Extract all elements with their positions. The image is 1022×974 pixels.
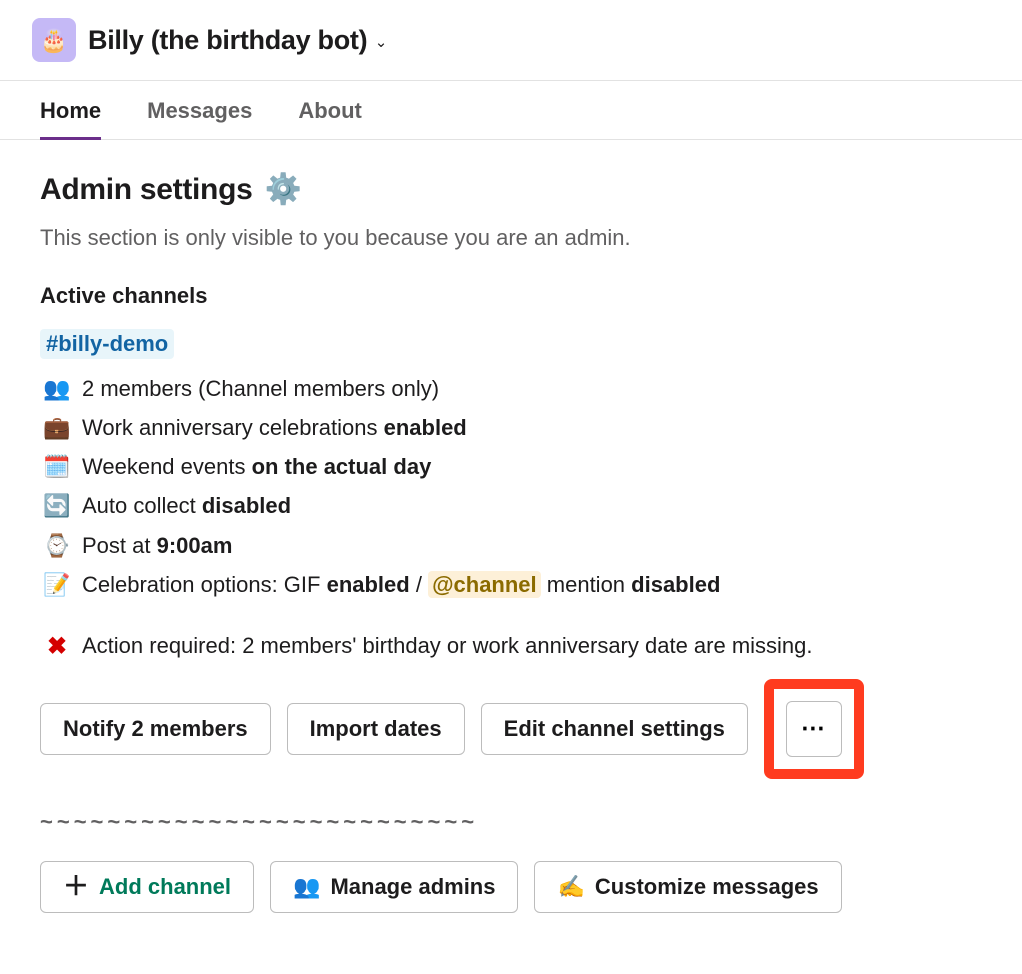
admins-icon: 👥 [293,874,320,900]
add-channel-label: Add channel [99,874,231,900]
briefcase-icon: 💼 [40,408,74,447]
action-required-line: ✖ Action required: 2 members' birthday o… [40,632,982,661]
tab-home[interactable]: Home [40,81,101,139]
refresh-icon: 🔄 [40,486,74,525]
weekend-status: on the actual day [252,454,432,479]
anniversary-line: 💼 Work anniversary celebrations enabled [40,408,982,447]
celeb-sep: / [410,572,428,597]
app-header: 🎂 Billy (the birthday bot) ⌄ [0,0,1022,81]
content: Admin settings ⚙️ This section is only v… [0,140,1022,945]
post-prefix: Post at [82,533,157,558]
customize-messages-label: Customize messages [595,874,819,900]
manage-admins-label: Manage admins [330,874,495,900]
import-dates-button[interactable]: Import dates [287,703,465,755]
edit-channel-settings-button[interactable]: Edit channel settings [481,703,748,755]
celeb-mention: mention [541,572,632,597]
more-options-button[interactable]: ⋯ [786,701,842,757]
add-channel-button[interactable]: ＋ Add channel [40,861,254,913]
anniv-prefix: Work anniversary celebrations [82,415,384,440]
app-title-container[interactable]: Billy (the birthday bot) ⌄ [88,25,387,56]
members-prefix: 2 members [82,376,198,401]
global-actions-row: ＋ Add channel 👥 Manage admins ✍️ Customi… [40,861,982,913]
customize-messages-button[interactable]: ✍️ Customize messages [534,861,841,913]
members-suffix: (Channel members only) [198,376,439,401]
gear-icon: ⚙️ [264,172,301,207]
chevron-down-icon: ⌄ [375,33,388,51]
postat-line: ⌚ Post at 9:00am [40,526,982,565]
channel-actions-row: Notify 2 members Import dates Edit chann… [40,679,982,779]
anniv-status: enabled [384,415,467,440]
channel-link[interactable]: #billy-demo [40,329,174,359]
admin-settings-title-text: Admin settings [40,173,252,207]
celebration-line: 📝 Celebration options: GIF enabled / @ch… [40,565,982,604]
notify-members-button[interactable]: Notify 2 members [40,703,271,755]
admin-settings-title: Admin settings ⚙️ [40,172,982,207]
writing-icon: ✍️ [557,874,584,900]
celeb-mention-status: disabled [631,572,720,597]
calendar-icon: 🗓️ [40,447,74,486]
app-icon: 🎂 [32,18,76,62]
tab-about[interactable]: About [298,81,362,139]
watch-icon: ⌚ [40,526,74,565]
celeb-prefix: Celebration options: GIF [82,572,327,597]
highlight-box: ⋯ [764,679,864,779]
app-title: Billy (the birthday bot) [88,25,367,55]
weekend-prefix: Weekend events [82,454,252,479]
post-time: 9:00am [157,533,233,558]
tabs: Home Messages About [0,81,1022,140]
action-required-text: Action required: 2 members' birthday or … [82,633,813,659]
divider: ~~~~~~~~~~~~~~~~~~~~~~~~~~ [40,809,982,835]
autocollect-line: 🔄 Auto collect disabled [40,486,982,525]
x-icon: ✖ [40,632,74,661]
auto-status: disabled [202,493,291,518]
weekend-line: 🗓️ Weekend events on the actual day [40,447,982,486]
tab-messages[interactable]: Messages [147,81,252,139]
members-icon: 👥 [40,369,74,408]
admin-subtitle: This section is only visible to you beca… [40,225,982,251]
pencil-icon: 📝 [40,565,74,604]
members-line: 👥 2 members (Channel members only) [40,369,982,408]
manage-admins-button[interactable]: 👥 Manage admins [270,861,518,913]
celeb-gif-status: enabled [327,572,410,597]
auto-prefix: Auto collect [82,493,202,518]
at-channel-tag: @channel [428,571,541,598]
active-channels-label: Active channels [40,283,982,309]
